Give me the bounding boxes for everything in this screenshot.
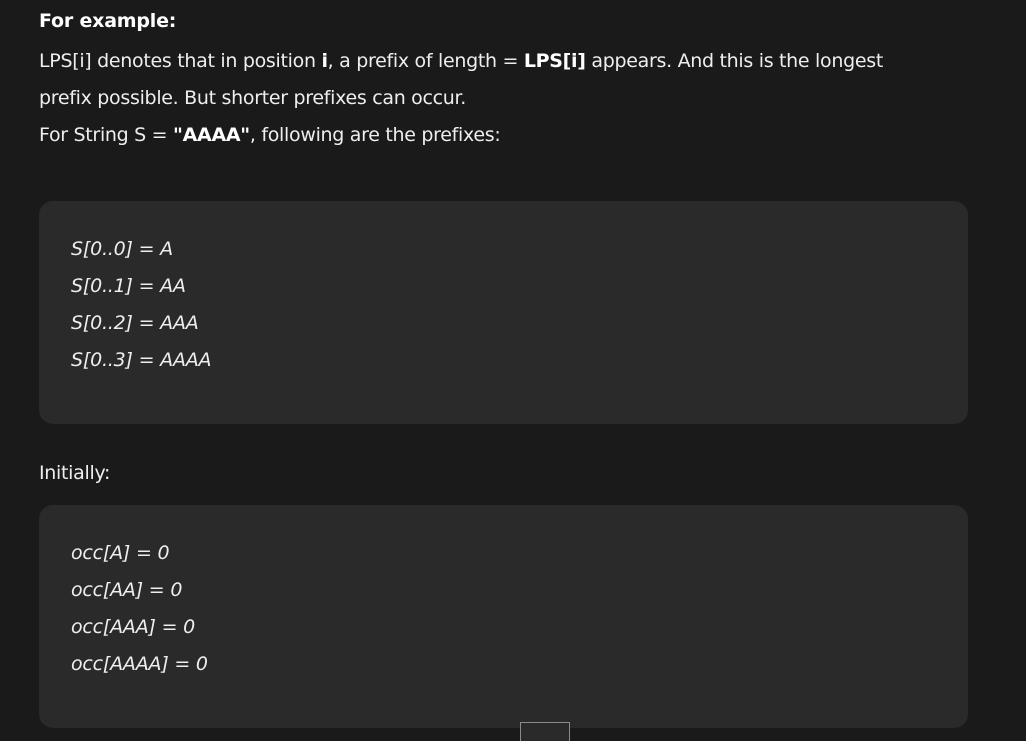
- scroll-handle[interactable]: [520, 722, 570, 741]
- example-heading: For example:: [39, 10, 177, 32]
- explanation-line-1: LPS[i] denotes that in position i, a pre…: [39, 43, 969, 80]
- text-segment: , a prefix of length =: [327, 50, 524, 72]
- bold-term: LPS[i]: [523, 50, 586, 72]
- code-line: occ[A] = 0: [71, 542, 170, 564]
- code-line: S[0..3] = AAAA: [71, 349, 212, 371]
- code-line: occ[AAAA] = 0: [71, 653, 208, 675]
- text-segment: For String S =: [39, 124, 174, 146]
- text-segment: LPS[i] denotes that in position: [39, 50, 322, 72]
- code-line: S[0..0] = A: [71, 238, 173, 260]
- initially-label: Initially:: [39, 462, 111, 484]
- occ-code-lines: occ[A] = 0 occ[AA] = 0 occ[AAA] = 0 occ[…: [71, 535, 208, 683]
- prefixes-code-lines: S[0..0] = A S[0..1] = AA S[0..2] = AAA S…: [71, 231, 212, 379]
- bold-term: "AAAA": [173, 124, 250, 146]
- code-line: occ[AA] = 0: [71, 579, 183, 601]
- prefixes-code-block: S[0..0] = A S[0..1] = AA S[0..2] = AAA S…: [39, 201, 968, 424]
- explanation-line-3: For String S = "AAAA", following are the…: [39, 117, 969, 154]
- explanation-paragraph: LPS[i] denotes that in position i, a pre…: [39, 43, 969, 154]
- text-segment: , following are the prefixes:: [249, 124, 501, 146]
- text-segment: appears. And this is the longest: [585, 50, 883, 72]
- occ-code-block: occ[A] = 0 occ[AA] = 0 occ[AAA] = 0 occ[…: [39, 505, 968, 728]
- code-line: occ[AAA] = 0: [71, 616, 196, 638]
- code-line: S[0..2] = AAA: [71, 312, 199, 334]
- explanation-line-2: prefix possible. But shorter prefixes ca…: [39, 87, 467, 109]
- code-line: S[0..1] = AA: [71, 275, 186, 297]
